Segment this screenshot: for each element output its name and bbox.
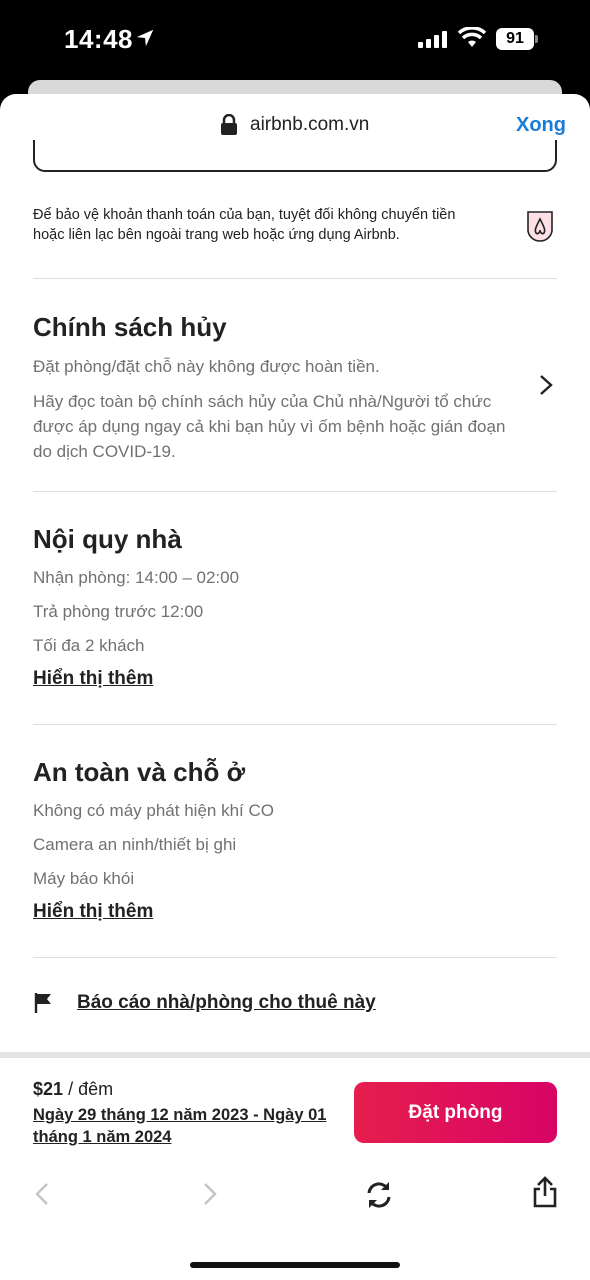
airbnb-shield-icon	[527, 211, 553, 242]
house-rules-show-more-link[interactable]: Hiển thị thêm	[33, 668, 153, 690]
url-text: airbnb.com.vn	[250, 114, 370, 135]
location-arrow-icon	[136, 29, 154, 47]
divider	[33, 278, 557, 279]
status-time: 14:48	[64, 24, 133, 54]
stay-dates-link[interactable]: Ngày 29 tháng 12 năm 2023 - Ngày 01 thán…	[33, 1104, 343, 1148]
safety-title: An toàn và chỗ ở	[33, 757, 246, 787]
price-unit: / đêm	[68, 1079, 114, 1099]
house-rule-item: Nhận phòng: 14:00 – 02:00	[33, 568, 240, 587]
forward-arrow-icon[interactable]	[202, 1182, 218, 1206]
safety-item: Máy báo khói	[33, 869, 135, 888]
cancellation-details[interactable]: Hãy đọc toàn bộ chính sách hủy của Chủ n…	[33, 389, 523, 464]
house-rules-title: Nội quy nhà	[33, 524, 182, 554]
previous-section-box	[33, 140, 557, 172]
wifi-icon	[458, 27, 486, 47]
safety-item: Không có máy phát hiện khí CO	[33, 801, 274, 820]
browser-sheet: airbnb.com.vn Xong Để bảo vệ khoản thanh…	[0, 94, 590, 1280]
divider	[33, 957, 557, 958]
safety-show-more-link[interactable]: Hiển thị thêm	[33, 901, 153, 923]
status-bar: 14:48 91	[0, 0, 590, 80]
back-arrow-icon[interactable]	[34, 1182, 50, 1206]
divider	[33, 724, 557, 725]
lock-icon	[221, 114, 237, 135]
reserve-button[interactable]: Đặt phòng	[354, 1082, 557, 1143]
cancellation-title: Chính sách hủy	[33, 312, 227, 342]
chevron-right-icon[interactable]	[538, 374, 554, 396]
price-amount: $21	[33, 1079, 64, 1099]
divider	[33, 491, 557, 492]
reload-icon[interactable]	[364, 1180, 394, 1210]
battery-nub	[535, 35, 538, 43]
cellular-signal-icon	[418, 31, 447, 48]
cancellation-summary: Đặt phòng/đặt chỗ này không được hoàn ti…	[33, 357, 380, 376]
home-indicator	[190, 1262, 400, 1268]
house-rule-item: Tối đa 2 khách	[33, 636, 145, 655]
nightly-price: $21 / đêm	[33, 1079, 113, 1100]
share-icon[interactable]	[532, 1176, 558, 1208]
safety-item: Camera an ninh/thiết bị ghi	[33, 835, 237, 854]
payment-safety-notice: Để bảo vệ khoản thanh toán của bạn, tuyệ…	[33, 207, 456, 243]
footer-separator	[0, 1052, 590, 1058]
done-button[interactable]: Xong	[516, 114, 566, 137]
browser-toolbar	[0, 1164, 590, 1224]
flag-icon	[34, 993, 51, 1013]
report-listing-link[interactable]: Báo cáo nhà/phòng cho thuê này	[77, 992, 376, 1014]
battery-indicator: 91	[496, 28, 534, 50]
house-rule-item: Trả phòng trước 12:00	[33, 602, 204, 621]
